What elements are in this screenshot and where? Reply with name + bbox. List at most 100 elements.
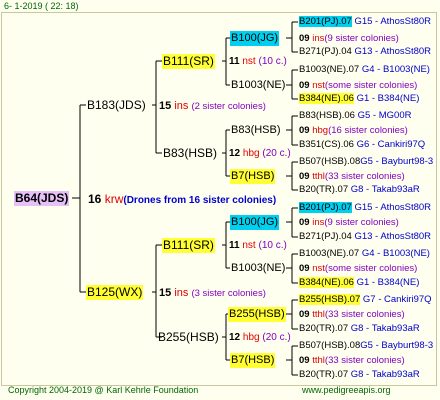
gen3-num-5: 09 xyxy=(299,217,310,228)
gen2-node-1: B111(SR) xyxy=(162,54,215,69)
gen3-note-7: (33 sister colonies) xyxy=(324,309,405,320)
gen4-line-15: G5 - Bayburt98-3 xyxy=(360,340,434,351)
gen4-row-10: B271(PJ).04 G13 - AthosSt80R xyxy=(299,231,431,242)
pedigree-chart: 6- 1-2019 ( 22: 18) B64(JDS) 16 krw(Dron… xyxy=(0,0,440,400)
gen4-id-12: B384(NE).06 xyxy=(299,277,354,288)
gen4-row-5: B83(HSB).06 G5 - MG00R xyxy=(299,110,411,121)
gen2-num-3: 11 xyxy=(229,240,240,251)
gen4-line-6: G6 - Cankiri97Q xyxy=(356,139,426,150)
gen3-num-1: 09 xyxy=(299,33,310,44)
gen3-note-6: (some sister colonies) xyxy=(324,263,418,274)
gen4-line-1: G15 - AthosSt80R xyxy=(354,16,432,27)
gen3-node-4: B7(HSB) xyxy=(230,169,276,184)
root-num: 16 xyxy=(88,192,102,206)
gen3-code-1: ins xyxy=(312,33,325,44)
gen4-row-1: B201(PJ).07 G15 - AthosSt80R xyxy=(299,16,431,27)
gen4-line-12: G1 - B384(NE) xyxy=(356,277,420,288)
gen4-line-5: G5 - MG00R xyxy=(357,110,412,121)
gen2-code-2: hbg xyxy=(242,148,260,159)
gen3-note-2: (some sister colonies) xyxy=(324,80,418,91)
gen2-node-3: B111(SR) xyxy=(162,238,215,253)
gen2-note-1: (10 c.) xyxy=(258,56,287,67)
gen4-id-3: B1003(NE).07 xyxy=(299,64,360,75)
site-link[interactable]: www.pedigreeapis.org xyxy=(302,385,391,395)
gen4-row-2: B271(PJ).04 G13 - AthosSt80R xyxy=(299,46,431,57)
gen4-line-4: G1 - B384(NE) xyxy=(356,93,420,104)
gen3-num-3: 09 xyxy=(299,125,310,136)
gen3-node-8: B7(HSB) xyxy=(230,353,276,368)
gen1-drone-1: 15 ins (2 sister colonies) xyxy=(159,100,266,112)
gen4-id-4: B384(NE).06 xyxy=(299,93,354,104)
gen2-drone-1: 11 nst (10 c.) xyxy=(229,56,287,67)
gen3-note-5: (9 sister colonies) xyxy=(324,217,399,228)
gen4-line-2: G13 - AthosSt80R xyxy=(354,46,432,57)
root-code: krw xyxy=(104,192,124,206)
gen4-line-7: G5 - Bayburt98-3 xyxy=(360,156,434,167)
gen3-note-3: (16 sister colonies) xyxy=(328,125,408,136)
gen3-num-8: 09 xyxy=(299,355,310,366)
gen2-drone-2: 12 hbg (20 c.) xyxy=(229,148,291,159)
gen3-code-2: nst xyxy=(312,80,325,91)
gen4-row-3: B1003(NE).07 G4 - B1003(NE) xyxy=(299,64,430,75)
gen3-drone-4: 09 tthl(33 sister colonies) xyxy=(299,171,405,182)
root-note: (Drones from 16 sister colonies) xyxy=(123,195,277,206)
gen4-id-6: B351(CS).06 xyxy=(299,139,354,150)
gen2-code-4: hbg xyxy=(242,332,260,343)
gen4-line-11: G4 - B1003(NE) xyxy=(361,248,430,259)
gen2-node-4: B255(HSB) xyxy=(158,330,219,344)
gen3-num-4: 09 xyxy=(299,171,310,182)
gen3-code-4: tthl xyxy=(312,171,325,182)
gen4-id-15: B507(HSB).08 xyxy=(299,340,361,351)
gen3-node-1: B100(JG) xyxy=(230,31,280,46)
gen3-note-1: (9 sister colonies) xyxy=(324,33,399,44)
gen3-code-3: hbg xyxy=(312,125,329,136)
gen3-drone-7: 09 tthl(33 sister colonies) xyxy=(299,309,405,320)
gen4-id-10: B271(PJ).04 xyxy=(299,231,352,242)
gen4-row-4: B384(NE).06 G1 - B384(NE) xyxy=(299,93,419,104)
gen4-row-11: B1003(NE).07 G4 - B1003(NE) xyxy=(299,248,430,259)
gen1-code-1: ins xyxy=(174,100,189,112)
gen3-note-8: (33 sister colonies) xyxy=(324,355,405,366)
gen3-node-5: B100(JG) xyxy=(230,215,280,230)
gen4-id-16: B20(TR).07 xyxy=(299,369,349,380)
gen4-row-14: B20(TR).07 G8 - Takab93aR xyxy=(299,323,420,334)
gen4-row-12: B384(NE).06 G1 - B384(NE) xyxy=(299,277,419,288)
gen1-node-1: B183(JDS) xyxy=(87,98,146,112)
gen4-row-9: B201(PJ).07 G15 - AthosSt80R xyxy=(299,202,431,213)
gen2-num-1: 11 xyxy=(229,56,240,67)
gen4-row-6: B351(CS).06 G6 - Cankiri97Q xyxy=(299,139,425,150)
gen3-node-2: B1003(NE) xyxy=(231,79,286,91)
gen2-drone-3: 11 nst (10 c.) xyxy=(229,240,287,251)
gen4-row-7: B507(HSB).08G5 - Bayburt98-3 xyxy=(299,156,433,167)
gen3-drone-1: 09 ins(9 sister colonies) xyxy=(299,33,399,44)
gen1-drone-2: 15 ins (3 sister colonies) xyxy=(159,287,266,299)
gen3-num-6: 09 xyxy=(299,263,310,274)
gen3-drone-5: 09 ins(9 sister colonies) xyxy=(299,217,399,228)
gen1-num-2: 15 xyxy=(159,287,172,299)
gen1-note-1: (2 sister colonies) xyxy=(191,101,266,112)
gen4-row-8: B20(TR).07 G8 - Takab93aR xyxy=(299,184,420,195)
gen2-code-1: nst xyxy=(242,56,256,67)
root-drone-info: 16 krw(Drones from 16 sister colonies) xyxy=(88,192,276,206)
gen1-num-1: 15 xyxy=(159,100,172,112)
gen4-line-3: G4 - B1003(NE) xyxy=(361,64,430,75)
gen2-note-4: (20 c.) xyxy=(262,332,291,343)
gen3-drone-2: 09 nst(some sister colonies) xyxy=(299,80,417,91)
gen1-node-2: B125(WX) xyxy=(86,285,144,300)
gen2-num-2: 12 xyxy=(229,148,241,159)
gen2-note-3: (10 c.) xyxy=(258,240,287,251)
gen3-note-4: (33 sister colonies) xyxy=(324,171,405,182)
gen3-node-6: B1003(NE) xyxy=(231,262,286,274)
gen3-num-2: 09 xyxy=(299,80,310,91)
gen4-line-9: G15 - AthosSt80R xyxy=(354,202,432,213)
gen4-id-8: B20(TR).07 xyxy=(299,184,349,195)
gen3-drone-3: 09 hbg(16 sister colonies) xyxy=(299,125,408,136)
gen4-row-13: B255(HSB).07 G7 - Cankiri97Q xyxy=(299,294,432,305)
gen4-id-9: B201(PJ).07 xyxy=(299,202,352,213)
gen1-code-2: ins xyxy=(174,287,189,299)
gen2-node-2: B83(HSB) xyxy=(163,146,218,160)
gen3-code-5: ins xyxy=(312,217,325,228)
gen3-node-3: B83(HSB) xyxy=(231,124,281,136)
gen2-code-3: nst xyxy=(242,240,256,251)
gen4-line-10: G13 - AthosSt80R xyxy=(354,231,432,242)
